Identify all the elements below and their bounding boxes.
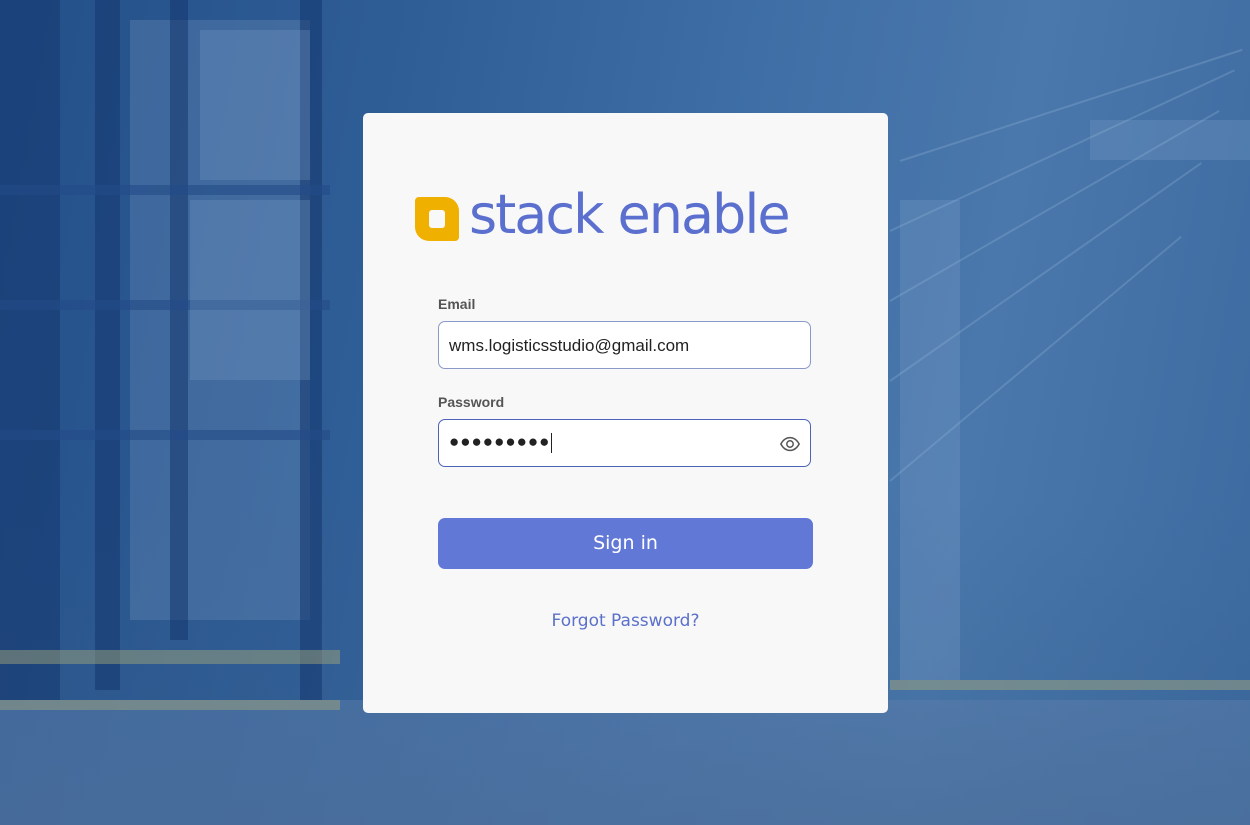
guard-rail [0,650,340,664]
logo-mark-icon [415,193,459,241]
sign-in-button[interactable]: Sign in [438,518,813,569]
brand-logo: stack enable [415,183,791,246]
password-label: Password [438,394,505,410]
password-value: ●●●●●●●●● [449,432,553,453]
email-field[interactable]: wms.logisticsstudio@gmail.com [438,321,811,369]
pallet [190,200,310,380]
guard-rail [0,700,340,710]
rack-post [0,0,60,700]
text-caret [551,432,553,453]
login-card: stack enable Email wms.logisticsstudio@g… [363,113,888,713]
eye-icon[interactable] [779,433,801,455]
guard-rail [890,680,1250,690]
rack-post [95,0,120,690]
email-value: wms.logisticsstudio@gmail.com [449,336,690,355]
floor [0,700,1250,825]
forgot-password-link[interactable]: Forgot Password? [363,611,888,631]
email-label: Email [438,296,476,312]
rack-post [170,0,188,640]
rack-beam [0,185,330,195]
password-field[interactable]: ●●●●●●●●● [438,419,811,467]
pallet [200,30,310,180]
pillar [900,200,960,680]
rack-beam [0,430,330,440]
brand-name: stack enable [469,183,791,246]
